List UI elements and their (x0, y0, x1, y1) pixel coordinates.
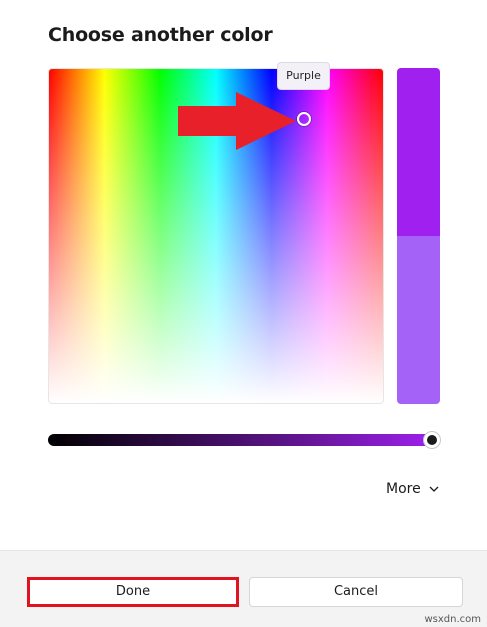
previous-color-swatch (397, 236, 440, 404)
color-picker-dialog: Choose another color Purple More Done Ca… (0, 0, 487, 627)
chevron-down-icon (429, 486, 439, 492)
color-picker-handle[interactable] (297, 112, 311, 126)
brightness-slider[interactable] (48, 434, 438, 446)
brightness-slider-thumb[interactable] (424, 432, 440, 448)
more-toggle[interactable]: More (386, 481, 439, 497)
red-arrow-annotation (178, 92, 296, 150)
more-label: More (386, 481, 421, 497)
dialog-title: Choose another color (48, 24, 273, 46)
done-button[interactable]: Done (27, 577, 239, 607)
cancel-button[interactable]: Cancel (249, 577, 463, 607)
watermark: wsxdn.com (424, 614, 481, 625)
selected-color-swatch (397, 68, 440, 236)
color-name-tooltip: Purple (277, 62, 330, 90)
